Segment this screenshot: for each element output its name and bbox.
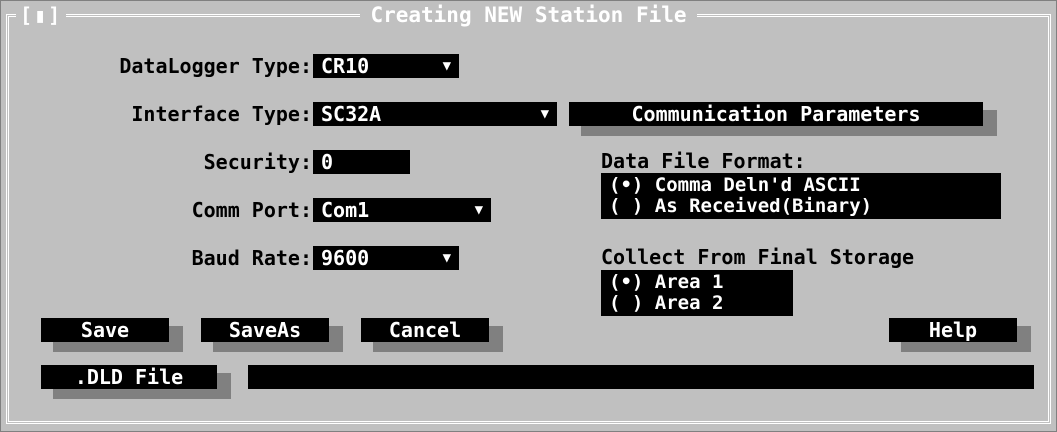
dld-file-path-input[interactable] — [248, 365, 1034, 389]
save-button-label: Save — [80, 318, 130, 342]
dld-file-button[interactable]: .DLD File — [41, 365, 231, 399]
interface-type-select[interactable]: SC32A ▼ — [313, 102, 557, 126]
dld-file-button-label: .DLD File — [74, 365, 184, 389]
chevron-down-icon: ▼ — [540, 106, 549, 122]
chevron-down-icon: ▼ — [474, 202, 483, 218]
chevron-down-icon: ▼ — [442, 58, 451, 74]
baud-rate-select[interactable]: 9600 ▼ — [313, 246, 459, 270]
data-format-ascii-radio[interactable]: (•) Comma Deln'd ASCII — [609, 175, 993, 196]
cancel-button[interactable]: Cancel — [361, 318, 503, 352]
cancel-button-label: Cancel — [388, 318, 462, 342]
chevron-down-icon: ▼ — [442, 250, 451, 266]
communication-parameters-label: Communication Parameters — [631, 102, 921, 126]
collect-area-2-radio[interactable]: ( ) Area 2 — [609, 293, 785, 314]
datalogger-type-label: DataLogger Type: — [119, 54, 312, 78]
collect-from-group: (•) Area 1 ( ) Area 2 — [601, 270, 793, 316]
baud-rate-value: 9600 — [321, 246, 370, 270]
dialog-window: Creating NEW Station File [▮] DataLogger… — [0, 0, 1057, 432]
interface-type-label: Interface Type: — [131, 102, 312, 126]
security-input[interactable]: 0 — [313, 150, 410, 174]
communication-parameters-button[interactable]: Communication Parameters — [569, 102, 997, 136]
close-box-icon[interactable]: [▮] — [16, 3, 67, 27]
security-label: Security: — [203, 150, 312, 174]
datalogger-type-select[interactable]: CR10 ▼ — [313, 54, 459, 78]
save-button[interactable]: Save — [41, 318, 183, 352]
comm-port-value: Com1 — [321, 198, 370, 222]
comm-port-select[interactable]: Com1 ▼ — [313, 198, 491, 222]
interface-type-value: SC32A — [321, 102, 382, 126]
collect-from-title: Collect From Final Storage — [601, 245, 915, 269]
data-format-binary-radio[interactable]: ( ) As Received(Binary) — [609, 196, 993, 217]
datalogger-type-value: CR10 — [321, 54, 370, 78]
help-button[interactable]: Help — [889, 318, 1031, 352]
baud-rate-label: Baud Rate: — [191, 246, 312, 270]
help-button-label: Help — [928, 318, 978, 342]
data-file-format-title: Data File Format: — [601, 149, 806, 173]
collect-area-1-radio[interactable]: (•) Area 1 — [609, 272, 785, 293]
save-as-button-label: SaveAs — [228, 318, 302, 342]
comm-port-label: Comm Port: — [191, 198, 312, 222]
data-file-format-group: (•) Comma Deln'd ASCII ( ) As Received(B… — [601, 173, 1001, 219]
save-as-button[interactable]: SaveAs — [201, 318, 343, 352]
